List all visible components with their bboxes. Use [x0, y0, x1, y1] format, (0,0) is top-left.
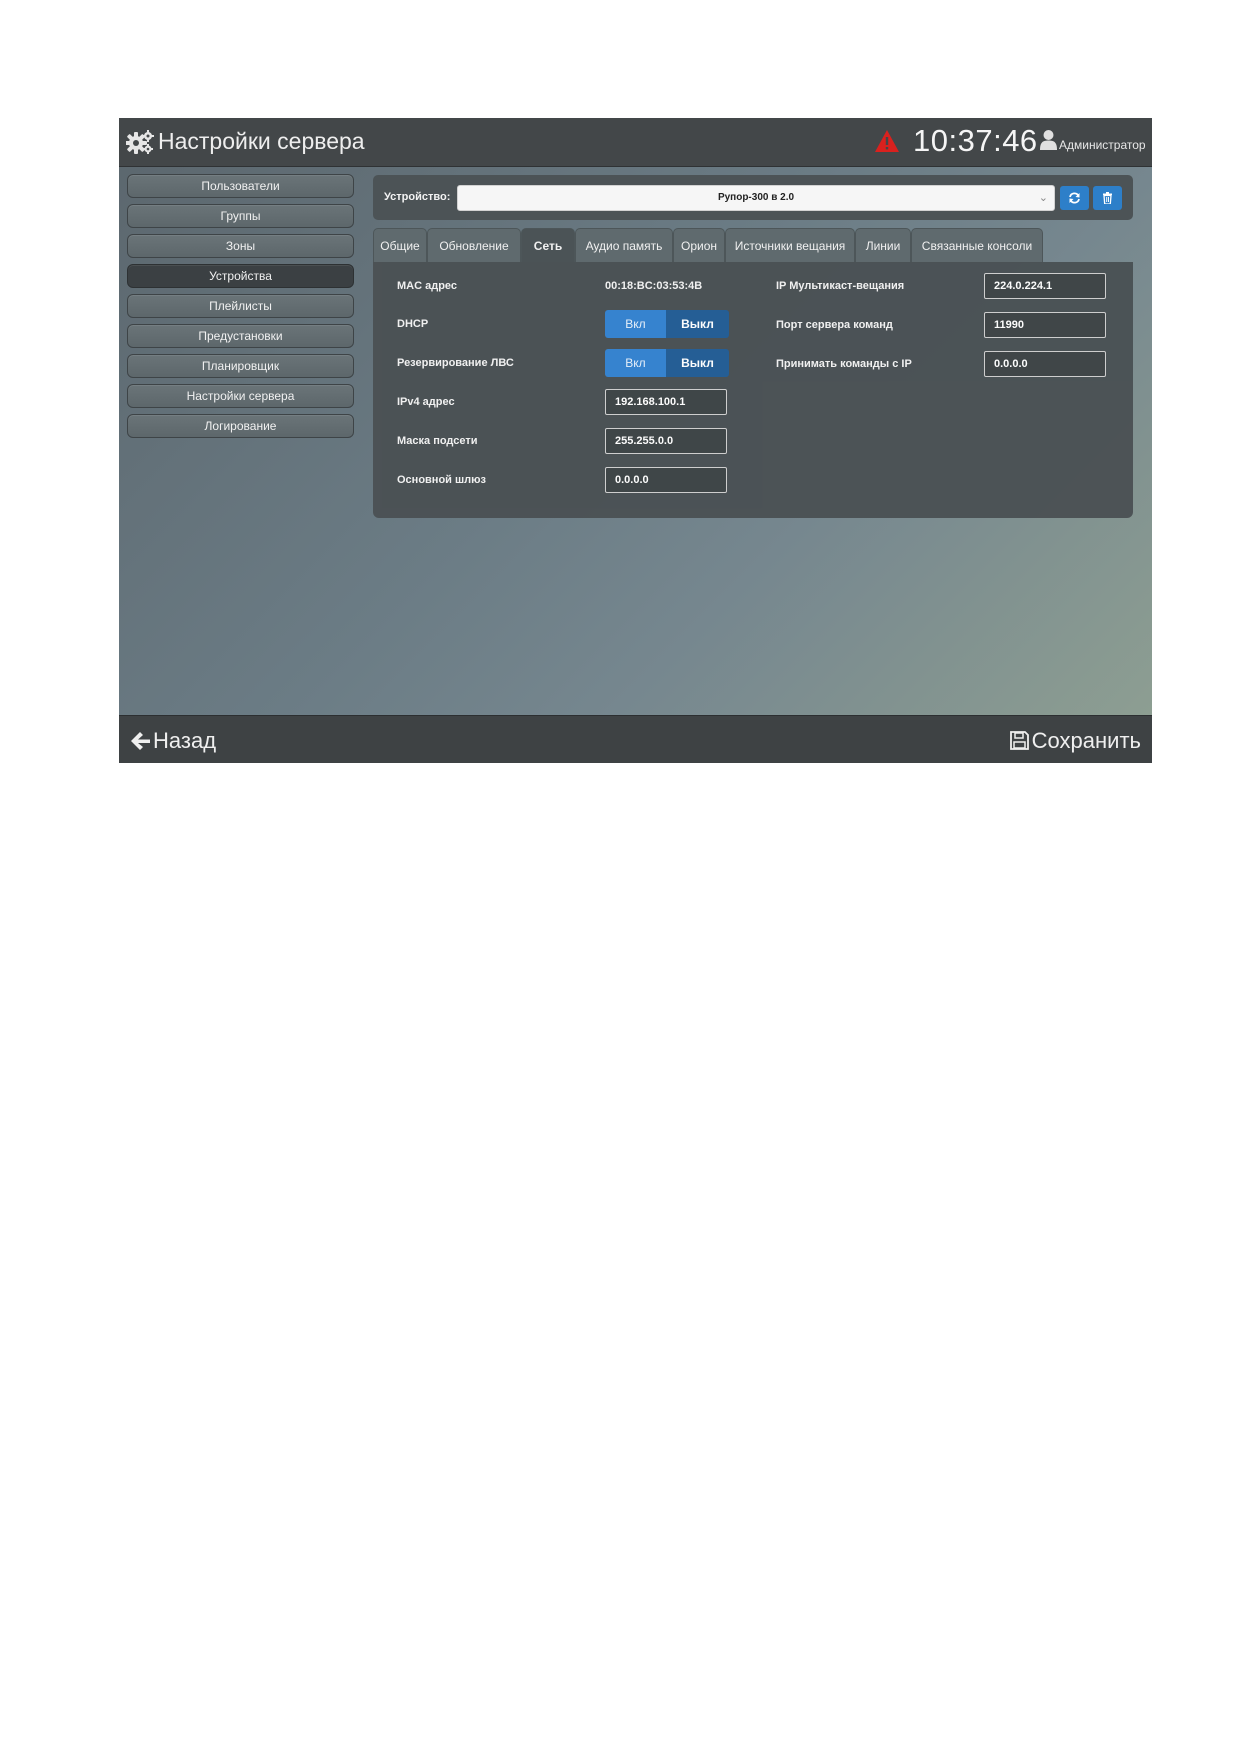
device-bar: Устройство: Рупор-300 в 2.0 ⌄ [373, 175, 1133, 220]
mac-value: 00:18:BC:03:53:4B [605, 280, 703, 292]
sidebar-item-users[interactable]: Пользователи [127, 174, 354, 198]
tab-orion[interactable]: Орион [673, 228, 725, 263]
user-name[interactable]: Администратор [1059, 138, 1146, 152]
back-button[interactable]: Назад [131, 728, 216, 754]
footer-bar: Назад Сохранить [119, 715, 1152, 763]
delete-button[interactable] [1093, 186, 1122, 210]
user-icon [1040, 130, 1057, 150]
sidebar-item-presets[interactable]: Предустановки [127, 324, 354, 348]
command-port-field[interactable] [984, 312, 1106, 338]
trash-icon [1103, 192, 1112, 204]
lan-redundancy-toggle: Вкл Выкл [605, 349, 729, 377]
sidebar-item-zones[interactable]: Зоны [127, 234, 354, 258]
refresh-button[interactable] [1060, 186, 1089, 210]
sidebar-item-playlists[interactable]: Плейлисты [127, 294, 354, 318]
gateway-label: Основной шлюз [397, 474, 486, 486]
save-label: Сохранить [1031, 728, 1141, 753]
warning-triangle-icon[interactable] [875, 130, 899, 152]
tab-audio-memory[interactable]: Аудио память [575, 228, 673, 263]
header-bar: Настройки сервера 10:37:46 Администратор [119, 118, 1152, 167]
refresh-icon [1069, 192, 1080, 204]
tab-broadcast-sources[interactable]: Источники вещания [725, 228, 855, 263]
sidebar-item-devices[interactable]: Устройства [127, 264, 354, 288]
ipv4-field[interactable] [605, 389, 727, 415]
tab-network[interactable]: Сеть [521, 228, 575, 263]
gears-icon [126, 130, 154, 154]
subnet-mask-label: Маска подсети [397, 435, 478, 447]
accept-commands-ip-label: Принимать команды с IP [776, 358, 912, 370]
mac-label: MAC адрес [397, 280, 458, 292]
tab-update[interactable]: Обновление [427, 228, 521, 263]
command-port-label: Порт сервера команд [776, 319, 893, 331]
sidebar-item-server-settings[interactable]: Настройки сервера [127, 384, 354, 408]
multicast-ip-label: IP Мультикаст-вещания [776, 280, 905, 292]
device-label: Устройство: [384, 191, 451, 203]
accept-commands-ip-field[interactable] [984, 351, 1106, 377]
tab-linked-consoles[interactable]: Связанные консоли [911, 228, 1043, 263]
chevron-down-icon: ⌄ [1038, 192, 1048, 204]
clock: 10:37:46 [913, 123, 1038, 158]
lan-redundancy-label: Резервирование ЛВС [397, 357, 514, 369]
dhcp-on-button[interactable]: Вкл [605, 310, 666, 338]
device-select-value: Рупор-300 в 2.0 [717, 192, 795, 203]
device-select[interactable]: Рупор-300 в 2.0 ⌄ [457, 185, 1055, 211]
lan-redundancy-off-button[interactable]: Выкл [666, 349, 729, 377]
lan-redundancy-on-button[interactable]: Вкл [605, 349, 666, 377]
sidebar-menu: Пользователи Группы Зоны Устройства Плей… [127, 174, 354, 444]
arrow-left-icon [131, 732, 150, 750]
network-settings-panel: MAC адрес 00:18:BC:03:53:4B DHCP Вкл Вык… [373, 262, 1133, 518]
floppy-disk-icon [1009, 731, 1029, 750]
page-title: Настройки сервера [158, 128, 365, 154]
dhcp-toggle: Вкл Выкл [605, 310, 729, 338]
multicast-ip-field[interactable] [984, 273, 1106, 299]
dhcp-label: DHCP [397, 318, 429, 330]
app-window: Настройки сервера 10:37:46 Администратор… [119, 118, 1152, 763]
save-button[interactable]: Сохранить [1009, 728, 1141, 754]
dhcp-off-button[interactable]: Выкл [666, 310, 729, 338]
sidebar-item-scheduler[interactable]: Планировщик [127, 354, 354, 378]
tab-general[interactable]: Общие [373, 228, 427, 263]
sidebar-item-logging[interactable]: Логирование [127, 414, 354, 438]
gateway-field[interactable] [605, 467, 727, 493]
tab-lines[interactable]: Линии [855, 228, 911, 263]
ipv4-label: IPv4 адрес [397, 396, 455, 408]
back-label: Назад [153, 728, 217, 753]
subnet-mask-field[interactable] [605, 428, 727, 454]
sidebar-item-groups[interactable]: Группы [127, 204, 354, 228]
